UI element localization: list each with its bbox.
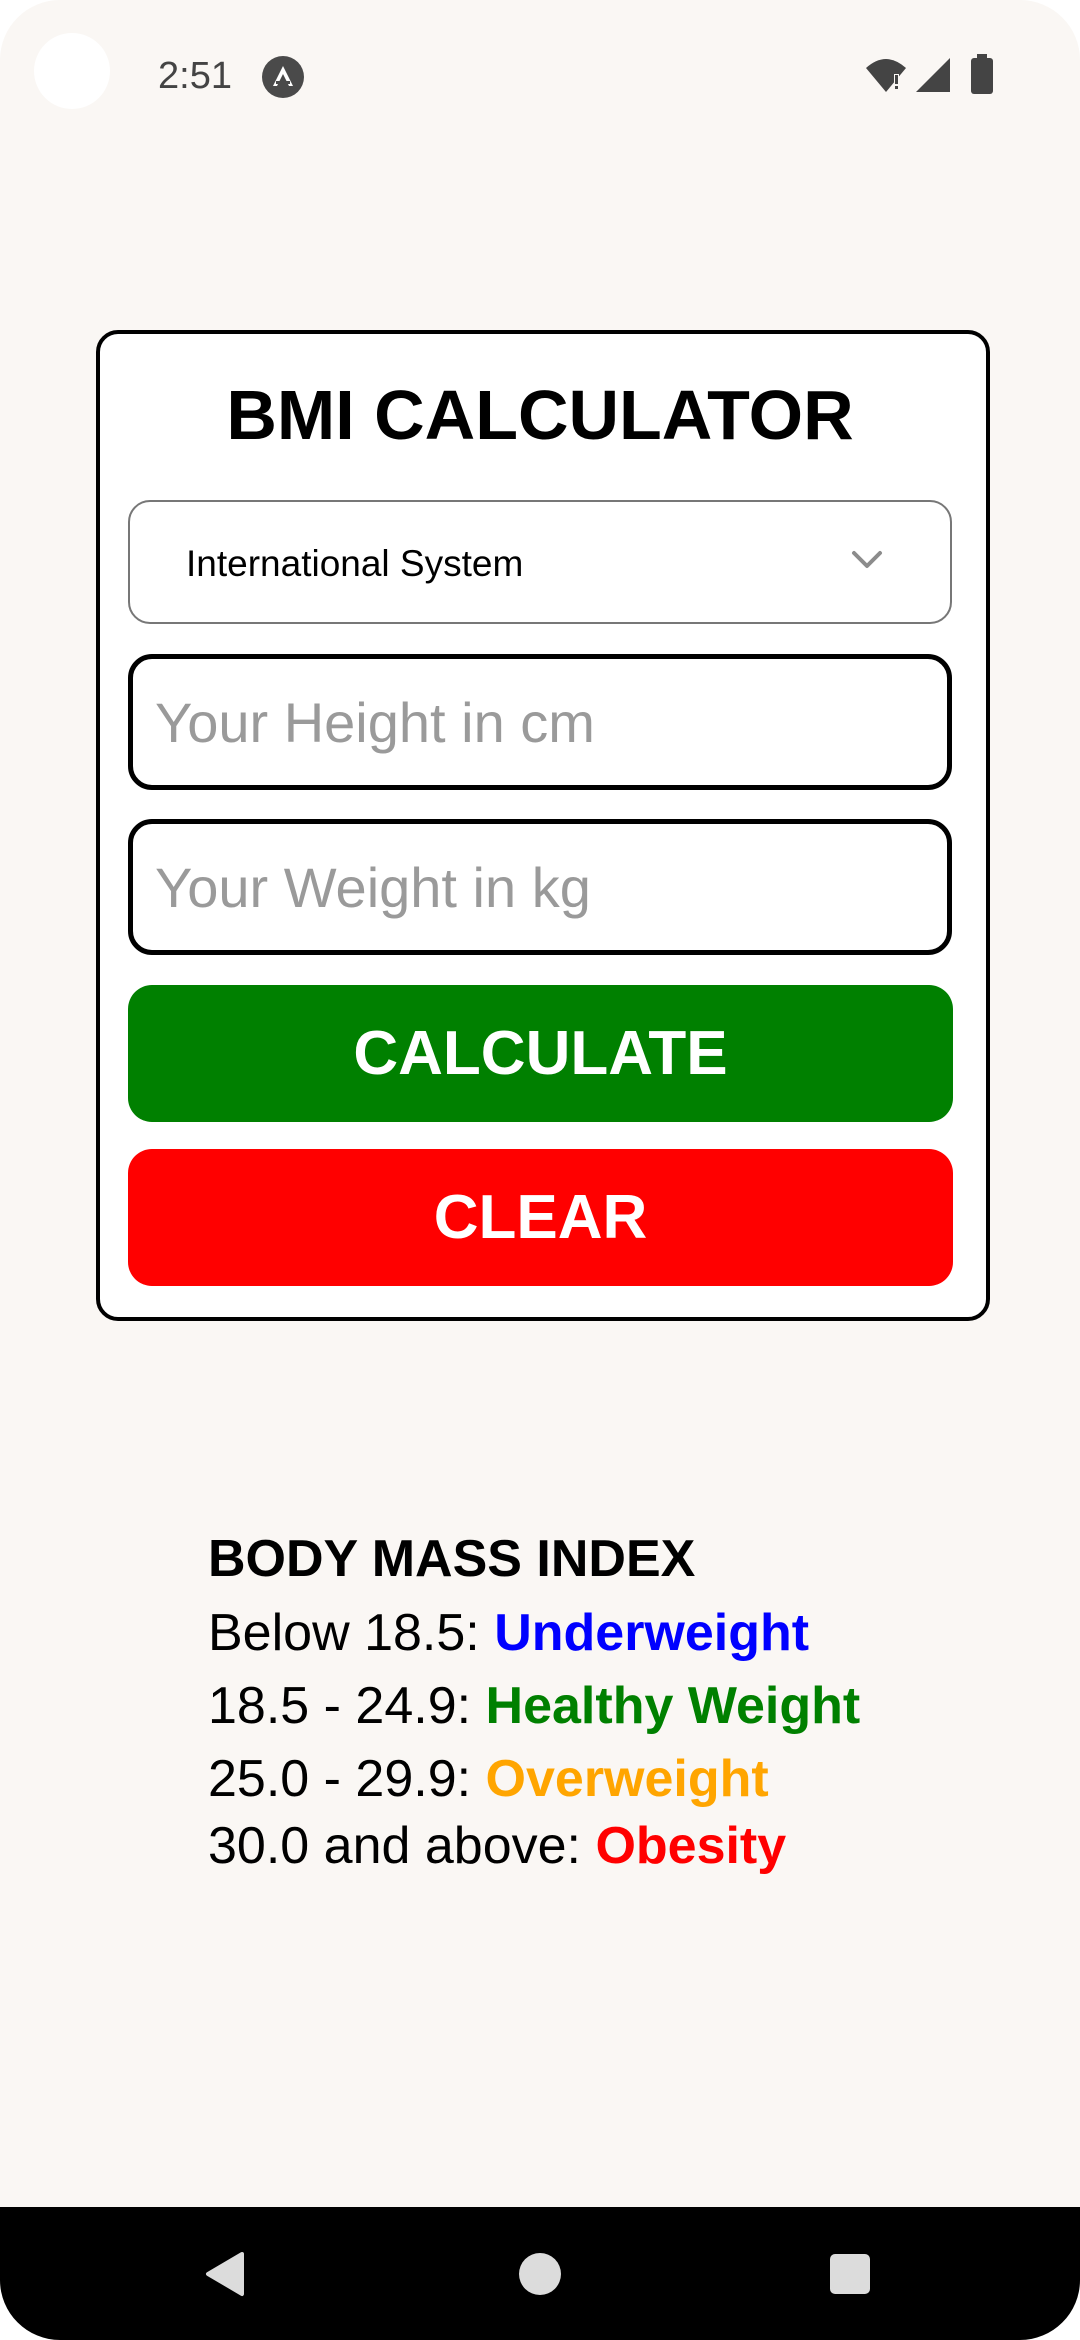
legend-row-overweight: 25.0 - 29.9: Overweight [208,1745,988,1813]
status-bar: 2:51 [0,0,1080,150]
legend-range: 30.0 and above: [208,1817,596,1875]
legend-category-healthy: Healthy Weight [485,1677,861,1735]
page-title: BMI CALCULATOR [226,376,854,454]
legend-range: Below 18.5: [208,1604,495,1662]
clear-button[interactable]: CLEAR [128,1149,953,1286]
legend-title: BODY MASS INDEX [208,1530,696,1588]
home-icon[interactable] [519,2253,561,2295]
wifi-alert-icon [866,59,906,92]
unit-system-selected-label: International System [186,543,524,584]
cellular-signal-icon [916,58,950,92]
recents-icon[interactable] [830,2254,870,2294]
height-input[interactable] [133,659,947,785]
legend-range: 18.5 - 24.9: [208,1677,486,1735]
weight-field[interactable] [128,819,952,955]
weight-input[interactable] [133,824,947,950]
back-icon[interactable] [204,2251,246,2297]
height-field[interactable] [128,654,952,790]
status-time: 2:51 [158,55,232,97]
unit-system-select[interactable]: International System [128,500,952,624]
camera-cutout [34,33,110,109]
navigation-bar [0,2207,1080,2340]
app-screen: 2:51 BMI CALCULATOR International System… [0,0,1080,2340]
battery-icon [971,54,993,94]
legend-row-obesity: 30.0 and above: Obesity [208,1812,988,1880]
legend-row-underweight: Below 18.5: Underweight [208,1599,988,1667]
legend-category-underweight: Underweight [494,1604,810,1662]
legend-category-overweight: Overweight [485,1750,769,1808]
status-icons [864,54,1004,98]
chevron-down-icon [852,551,882,568]
bmi-legend: BODY MASS INDEX Below 18.5: Underweight … [208,1525,988,1880]
legend-category-obesity: Obesity [595,1817,787,1875]
expo-icon [262,56,304,98]
legend-row-healthy: 18.5 - 24.9: Healthy Weight [208,1672,988,1740]
calculate-button[interactable]: CALCULATE [128,985,953,1122]
legend-range: 25.0 - 29.9: [208,1750,486,1808]
